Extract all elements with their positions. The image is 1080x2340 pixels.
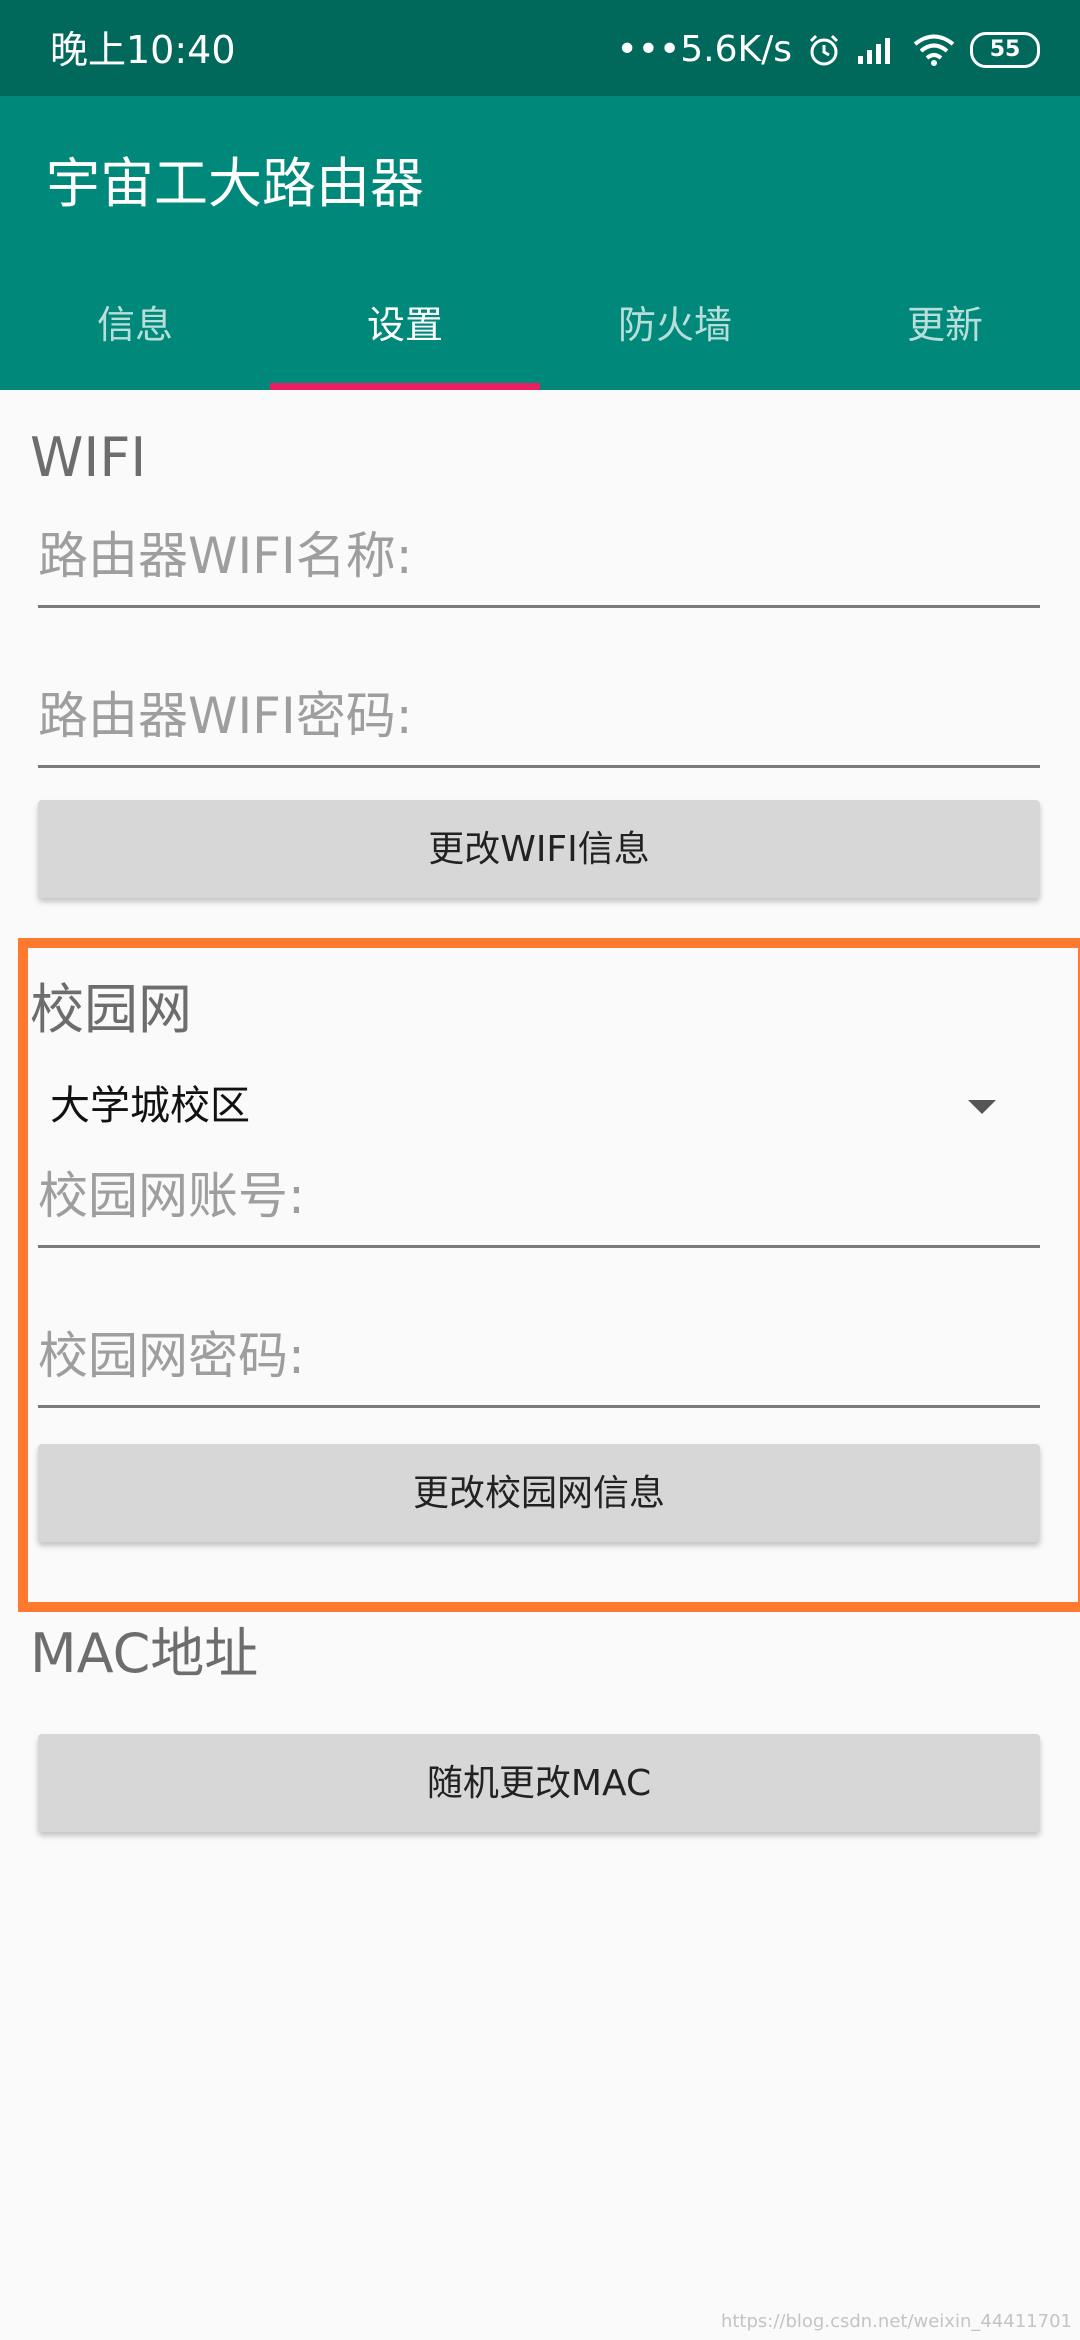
status-icons: •••5.6K/s 55 [617,24,1040,76]
tab-firewall[interactable]: 防火墙 [540,266,810,390]
tab-label: 信息 [96,303,173,347]
campus-section-title: 校园网 [30,978,192,1041]
status-time: 晚上10:40 [50,28,236,72]
change-wifi-button[interactable]: 更改WIFI信息 [38,800,1040,898]
campus-spinner[interactable]: 大学城校区 [38,1070,1040,1144]
network-speed: •••5.6K/s [616,29,792,70]
tab-bar: 信息 设置 防火墙 更新 [0,266,1080,390]
battery-icon: 55 [970,32,1040,68]
wifi-name-input[interactable] [38,508,1040,604]
tab-settings[interactable]: 设置 [270,266,540,390]
screen: 晚上10:40 •••5.6K/s 55 宇宙工大路由器 信息 设置 防火墙 更… [0,0,1080,2340]
watermark: https://blog.csdn.net/weixin_44411701 [720,2311,1072,2332]
input-underline [38,605,1040,608]
tab-indicator [270,383,540,390]
tab-label: 设置 [366,303,443,347]
input-underline [38,765,1040,768]
campus-spinner-value: 大学城校区 [50,1083,250,1129]
wifi-password-input[interactable] [38,668,1040,764]
input-underline [38,1245,1040,1248]
campus-password-input[interactable] [38,1308,1040,1404]
input-underline [38,1405,1040,1408]
tab-info[interactable]: 信息 [0,266,270,390]
alarm-icon [809,34,839,66]
random-mac-button[interactable]: 随机更改MAC [38,1734,1040,1832]
dropdown-arrow-icon [968,1100,996,1114]
app-title: 宇宙工大路由器 [46,152,424,215]
campus-account-field [38,1148,1040,1248]
tab-update[interactable]: 更新 [810,266,1080,390]
tab-label: 更新 [906,303,983,347]
wifi-name-field [38,508,1040,608]
campus-password-field [38,1308,1040,1408]
status-bar: 晚上10:40 •••5.6K/s 55 [0,0,1080,96]
tab-label: 防火墙 [617,303,732,347]
mac-section-title: MAC地址 [30,1622,259,1685]
signal-icon [858,38,890,64]
wifi-icon [913,34,955,66]
app-bar: 宇宙工大路由器 信息 设置 防火墙 更新 [0,96,1080,390]
change-campus-button[interactable]: 更改校园网信息 [38,1444,1040,1542]
wifi-section-title: WIFI [30,426,147,489]
campus-account-input[interactable] [38,1148,1040,1244]
wifi-password-field [38,668,1040,768]
